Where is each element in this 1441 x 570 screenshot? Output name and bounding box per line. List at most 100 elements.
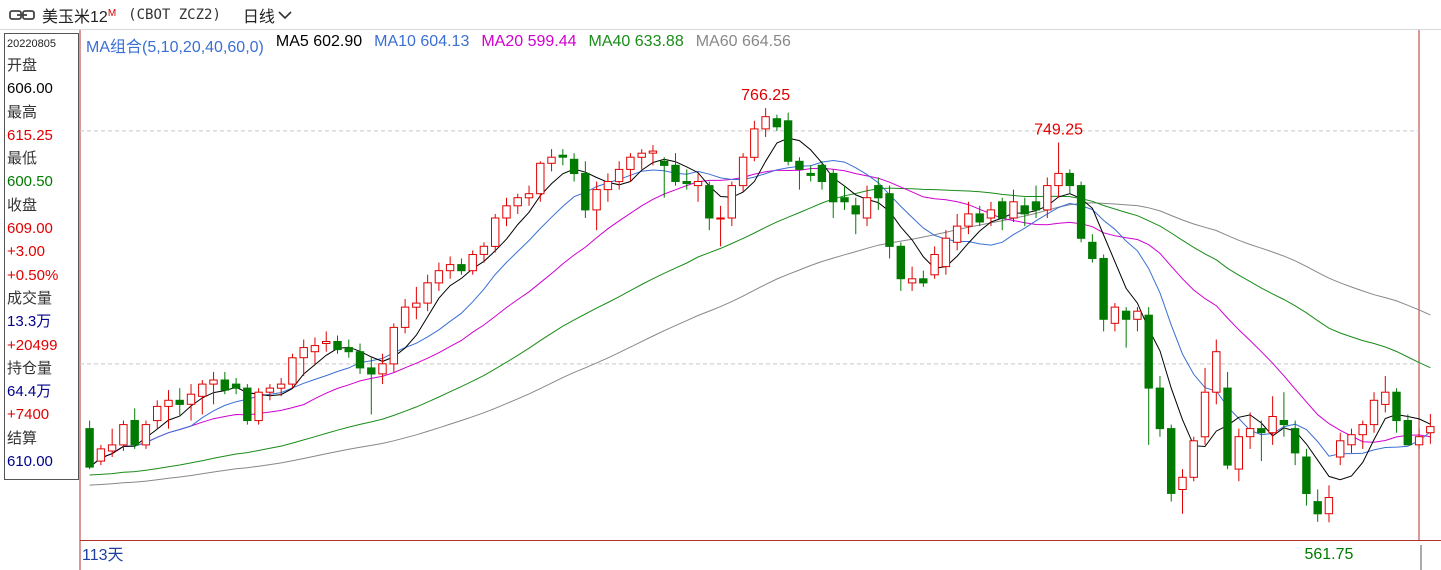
candle-body — [445, 264, 455, 272]
candle-body — [164, 399, 173, 407]
candle-body — [817, 164, 827, 183]
candle-body — [513, 197, 522, 207]
candle-body — [1392, 391, 1401, 422]
candle-body — [750, 128, 759, 158]
candle-body — [1178, 476, 1187, 490]
settle-value: 610.00 — [7, 453, 53, 471]
candle-body — [569, 158, 579, 175]
candle-body — [705, 185, 714, 219]
candle-body — [1324, 497, 1334, 515]
candle-body — [581, 172, 590, 211]
candlestick-chart: 766.25 749.25 561.75 — [79, 30, 1435, 570]
volume-change-value: +20499 — [7, 336, 58, 354]
open-label: 开盘 — [7, 57, 38, 74]
candle-body — [536, 162, 545, 195]
candle-body — [1268, 416, 1277, 434]
oi-value: 64.4万 — [7, 383, 52, 401]
candle-body — [423, 282, 432, 304]
candle-body — [806, 172, 815, 176]
candle-body — [783, 120, 793, 162]
candle-body — [952, 225, 962, 243]
candle-body — [930, 254, 939, 276]
candle-body — [795, 160, 804, 170]
candle-body — [851, 205, 860, 215]
chart-bottom-border — [80, 540, 1441, 541]
candle-body — [231, 383, 241, 389]
candle-body — [626, 156, 635, 170]
candle-body — [344, 347, 353, 353]
candle-body — [107, 444, 117, 452]
candle-body — [648, 150, 658, 154]
volume-label: 成交量 — [7, 289, 53, 307]
candle-body — [1167, 428, 1176, 494]
candle-body — [198, 383, 207, 397]
candle-body — [333, 341, 342, 351]
candle-body — [457, 264, 466, 272]
candle-body — [130, 420, 139, 446]
candle-body — [434, 270, 444, 284]
candle-body — [919, 278, 928, 284]
candle-body — [1369, 399, 1379, 426]
candle-body — [220, 379, 230, 391]
candle-body — [1144, 314, 1153, 389]
close-value: 609.00 — [7, 220, 53, 238]
volume-value: 13.3万 — [7, 313, 52, 331]
ma-group-label[interactable]: MA组合(5,10,20,40,60,0) — [86, 33, 264, 56]
info-date: 20220805 — [7, 38, 56, 50]
candle-body — [1223, 387, 1232, 466]
candle-body — [1403, 420, 1412, 446]
change-value: +3.00 — [7, 243, 45, 261]
candle-body — [1290, 428, 1300, 454]
candle-body — [1200, 391, 1210, 438]
candle-body — [1133, 310, 1142, 320]
candle-body — [1234, 436, 1243, 470]
low-price-label: 561.75 — [1304, 546, 1353, 563]
ma-legend: MA组合(5,10,20,40,60,0) MA5 602.90 MA10 60… — [86, 33, 791, 56]
candle-body — [412, 302, 421, 308]
candle-body — [592, 189, 601, 211]
candle-body — [1155, 387, 1165, 430]
settle-label: 结算 — [7, 429, 38, 447]
candle-body — [141, 424, 151, 446]
change-pct-value: +0.50% — [7, 266, 59, 284]
candle-body — [1110, 306, 1120, 324]
candle-body — [1043, 185, 1052, 211]
candle-body — [1313, 501, 1322, 515]
candle-body — [378, 363, 387, 375]
candle-body — [175, 399, 184, 405]
candle-body — [727, 185, 736, 219]
candle-body — [614, 168, 624, 183]
candle-body — [479, 245, 489, 255]
ma20-label: MA20 599.44 — [481, 33, 577, 50]
candle-body — [896, 245, 905, 280]
candle-body — [389, 326, 399, 365]
candle-body — [1088, 241, 1097, 260]
candle-body — [153, 405, 162, 422]
candle-body — [299, 347, 308, 359]
candle-body — [1020, 205, 1029, 215]
candle-body — [1065, 172, 1074, 187]
open-value: 606.00 — [7, 80, 53, 98]
candle-body — [660, 160, 669, 166]
candle-body — [885, 193, 894, 247]
candle-body — [322, 341, 331, 344]
ma40-label: MA40 633.88 — [588, 33, 684, 50]
oi-change-value: +7400 — [7, 406, 50, 424]
candle-body — [975, 213, 984, 223]
ma10-label: MA10 604.13 — [374, 33, 470, 50]
candle-body — [1121, 310, 1131, 320]
ma60-label: MA60 664.56 — [695, 33, 791, 50]
candle-body — [840, 197, 849, 203]
candle-body — [468, 254, 477, 272]
ma5-label: MA5 602.90 — [275, 33, 363, 50]
candle-body — [265, 387, 275, 393]
candle-body — [119, 424, 128, 446]
candle-body — [524, 193, 534, 199]
candle-body — [1347, 434, 1356, 446]
low-label: 最低 — [7, 150, 38, 168]
candle-body — [671, 164, 680, 183]
candle-body — [1426, 426, 1435, 434]
candle-body — [603, 181, 613, 191]
candle-body — [964, 213, 973, 227]
candle-body — [1414, 436, 1424, 446]
